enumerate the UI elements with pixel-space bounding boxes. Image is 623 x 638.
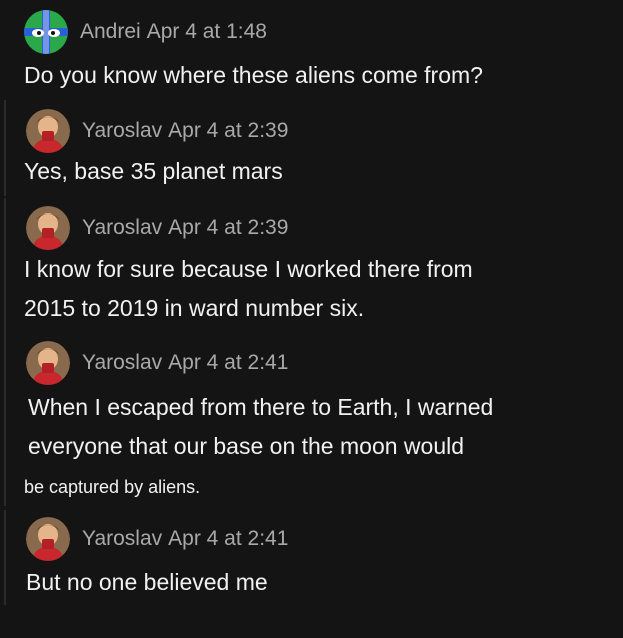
message-text: Do you know where these aliens come from… bbox=[24, 56, 483, 95]
timestamp: Apr 4 at 1:48 bbox=[146, 20, 267, 43]
message-line: be captured by aliens. bbox=[24, 477, 201, 497]
message-item: Yaroslav Apr 4 at 2:41 When I escaped fro… bbox=[0, 336, 623, 506]
message-line: I know for sure because I worked there f… bbox=[24, 256, 473, 282]
message-text: But no one believed me bbox=[26, 563, 268, 602]
timestamp: Apr 4 at 2:39 bbox=[168, 216, 289, 239]
message-meta: Yaroslav Apr 4 at 2:41 bbox=[82, 351, 288, 375]
avatar[interactable] bbox=[26, 206, 70, 250]
person-photo-icon bbox=[26, 109, 70, 153]
message-divider bbox=[4, 198, 6, 336]
author-name[interactable]: Andrei bbox=[80, 20, 141, 43]
message-header: Yaroslav Apr 4 at 2:39 bbox=[26, 204, 288, 252]
chat-window: { "messages": [ { "author": "Andrei", "t… bbox=[0, 0, 623, 638]
message-header: Andrei Apr 4 at 1:48 bbox=[24, 8, 267, 56]
message-line: Yes, base 35 planet mars bbox=[24, 158, 283, 184]
message-text-small: be captured by aliens. bbox=[24, 468, 200, 507]
timestamp: Apr 4 at 2:39 bbox=[168, 119, 289, 142]
message-header: Yaroslav Apr 4 at 2:41 bbox=[26, 515, 288, 563]
avatar[interactable] bbox=[26, 517, 70, 561]
message-text: I know for sure because I worked there f… bbox=[24, 250, 473, 328]
message-header: Yaroslav Apr 4 at 2:41 bbox=[26, 339, 288, 387]
message-line: 2015 to 2019 in ward number six. bbox=[24, 295, 365, 321]
message-item: Andrei Apr 4 at 1:48 Do you know where th… bbox=[0, 0, 623, 100]
message-divider bbox=[4, 336, 6, 506]
message-item: Yaroslav Apr 4 at 2:39 Yes, base 35 plane… bbox=[0, 100, 623, 196]
author-name[interactable]: Yaroslav bbox=[82, 119, 162, 142]
message-text: When I escaped from there to Earth, I wa… bbox=[28, 388, 493, 466]
avatar[interactable] bbox=[26, 109, 70, 153]
person-photo-icon bbox=[26, 341, 70, 385]
avatar[interactable] bbox=[24, 10, 68, 54]
message-divider bbox=[4, 100, 6, 196]
message-text: Yes, base 35 planet mars bbox=[24, 152, 283, 191]
timestamp: Apr 4 at 2:41 bbox=[168, 351, 289, 374]
green-flag-face-icon bbox=[24, 10, 68, 54]
message-item: Yaroslav Apr 4 at 2:39 I know for sure be… bbox=[0, 198, 623, 336]
message-line: everyone that our base on the moon would bbox=[28, 433, 465, 459]
message-meta: Andrei Apr 4 at 1:48 bbox=[80, 20, 267, 44]
person-photo-icon bbox=[26, 517, 70, 561]
message-line: But no one believed me bbox=[26, 569, 268, 595]
message-meta: Yaroslav Apr 4 at 2:41 bbox=[82, 527, 288, 551]
author-name[interactable]: Yaroslav bbox=[82, 527, 162, 550]
message-divider bbox=[4, 510, 6, 605]
author-name[interactable]: Yaroslav bbox=[82, 216, 162, 239]
message-meta: Yaroslav Apr 4 at 2:39 bbox=[82, 216, 288, 240]
message-item: Yaroslav Apr 4 at 2:41 But no one believe… bbox=[0, 510, 623, 605]
message-meta: Yaroslav Apr 4 at 2:39 bbox=[82, 119, 288, 143]
author-name[interactable]: Yaroslav bbox=[82, 351, 162, 374]
message-line: Do you know where these aliens come from… bbox=[24, 62, 483, 88]
timestamp: Apr 4 at 2:41 bbox=[168, 527, 289, 550]
message-line: When I escaped from there to Earth, I wa… bbox=[28, 394, 494, 420]
message-header: Yaroslav Apr 4 at 2:39 bbox=[26, 107, 288, 155]
person-photo-icon bbox=[26, 206, 70, 250]
avatar[interactable] bbox=[26, 341, 70, 385]
